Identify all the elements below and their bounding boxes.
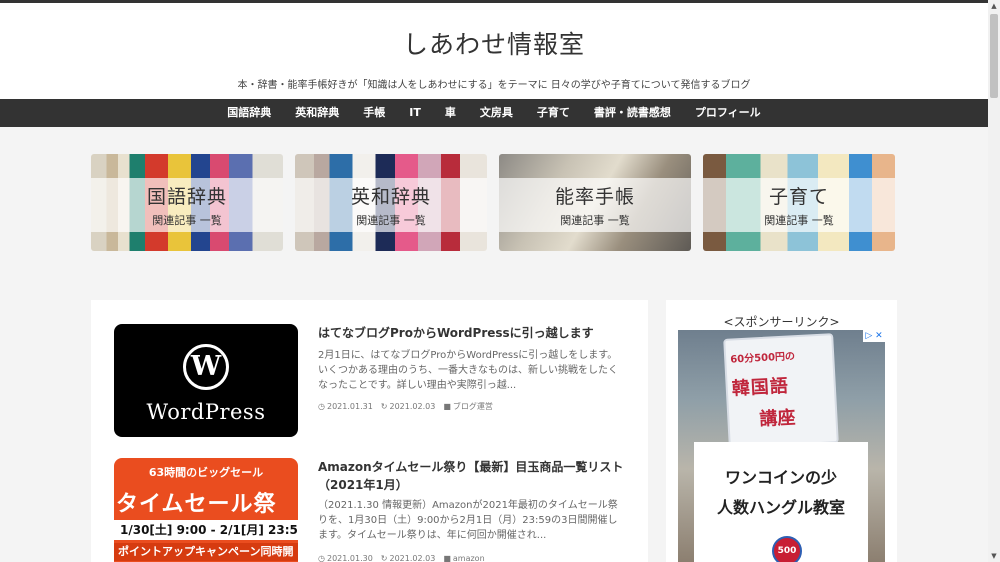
ad-text: 講座 [758,407,796,431]
nav-item-stationery[interactable]: 文房具 [468,99,525,127]
nav-item-eiwa[interactable]: 英和辞典 [283,99,351,127]
post-title[interactable]: Amazonタイムセール祭り【最新】目玉商品一覧リスト（2021年1月） [318,458,624,494]
ad-text: 韓国語 [731,375,790,400]
post-meta: ◷ 2021.01.31 ↻ 2021.02.03 ■ ブログ運営 [318,401,493,412]
site-title[interactable]: しあわせ情報室 [0,25,988,61]
ad-headline: ワンコインの少 [724,468,837,487]
published-date: 2021.01.30 [326,554,373,562]
nav-item-car[interactable]: 車 [433,99,468,127]
updated-date: 2021.02.03 [389,402,436,411]
wordpress-logo-icon: W [183,343,229,390]
banner-eiwa[interactable]: 英和辞典 関連記事 一覧 [295,154,487,251]
thumbnail-text: ポイントアップキャンペーン同時開 [114,543,298,561]
banner-subtitle: 関連記事 一覧 [152,214,222,227]
banner-overlay: 英和辞典 関連記事 一覧 [295,178,487,232]
folder-icon: ■ [443,402,451,411]
post-category[interactable]: ■ ブログ運営 [443,401,493,412]
ad-text: 60分500円の [730,351,796,366]
banner-overlay: 国語辞典 関連記事 一覧 [91,178,283,232]
post-thumbnail[interactable]: W WordPress [114,324,298,437]
post-meta: ◷ 2021.01.30 ↻ 2021.02.03 ■ amazon [318,554,485,562]
site-header: しあわせ情報室 本・辞書・能率手帳好きが「知識は人をしあわせにする」をテーマに … [0,3,988,99]
banner-title: 英和辞典 [350,186,431,208]
post-updated: ↻ 2021.02.03 [381,554,436,562]
banner-parenting[interactable]: 子育て 関連記事 一覧 [703,154,895,251]
post-list: W WordPress はてなブログProからWordPressに引っ越します … [91,300,648,562]
post-date: ◷ 2021.01.30 [318,554,373,562]
sponsor-label: <スポンサーリンク> [723,315,840,329]
banner-title: 能率手帳 [554,186,635,208]
category-label: ブログ運営 [452,402,493,411]
clock-icon: ◷ [318,554,325,562]
post-card[interactable]: 63時間のビッグセール タイムセール祭 1/30[土] 9:00 - 2/1[月… [114,458,626,562]
banner-subtitle: 関連記事 一覧 [356,214,426,227]
post-card[interactable]: W WordPress はてなブログProからWordPressに引っ越します … [114,324,626,444]
nav-item-parenting[interactable]: 子育て [525,99,582,127]
refresh-icon: ↻ [380,554,388,562]
folder-icon: ■ [443,554,451,562]
banner-noritsu-techo[interactable]: 能率手帳 関連記事 一覧 [499,154,691,251]
category-banners: 国語辞典 関連記事 一覧 英和辞典 関連記事 一覧 能率手帳 関連記事 一覧 子… [91,154,897,251]
global-nav: 国語辞典 英和辞典 手帳 IT 車 文房具 子育て 書評・読書感想 プロフィール [0,99,988,127]
updated-date: 2021.02.03 [389,554,436,562]
post-excerpt: （2021.1.30 情報更新）Amazonが2021年最初のタイムセール祭りを… [318,500,618,541]
nav-item-techo[interactable]: 手帳 [351,99,397,127]
scrollbar-thumb[interactable] [990,14,998,98]
banner-overlay: 子育て 関連記事 一覧 [703,178,895,232]
thumbnail-text: WordPress [146,399,266,424]
ad-choices-icon[interactable]: ▷ ✕ [863,330,885,342]
category-label: amazon [452,554,485,562]
thumbnail-text: 1/30[土] 9:00 - 2/1[月] 23:5 [114,520,298,540]
ad-headline: 人数ハングル教室 [716,498,845,517]
nav-item-reviews[interactable]: 書評・読書感想 [582,99,683,127]
sidebar: <スポンサーリンク> ▷ ✕ 60分500円の 韓国語 講座 ワンコインの少 人… [666,300,897,562]
ad-sign: 60分500円の 韓国語 講座 [723,333,839,449]
nav-item-profile[interactable]: プロフィール [683,99,773,127]
scroll-up-icon[interactable]: ▲ [988,0,1000,12]
banner-subtitle: 関連記事 一覧 [560,214,630,227]
banner-kokugo[interactable]: 国語辞典 関連記事 一覧 [91,154,283,251]
ad-banner[interactable]: ▷ ✕ 60分500円の 韓国語 講座 ワンコインの少 人数ハングル教室 500 [678,330,885,562]
post-excerpt: 2月1日に、はてなブログProからWordPressに引っ越しをします。いくつか… [318,350,618,391]
nav-item-it[interactable]: IT [397,99,433,127]
ad-badge: 500 [772,536,802,562]
post-title[interactable]: はてなブログProからWordPressに引っ越します [318,324,624,342]
refresh-icon: ↻ [380,402,388,411]
thumbnail-text: タイムセール祭 [116,492,277,517]
published-date: 2021.01.31 [326,402,373,411]
thumbnail-text: 63時間のビッグセール [148,466,264,479]
banner-subtitle: 関連記事 一覧 [764,214,834,227]
scroll-down-icon[interactable]: ▼ [988,550,1000,562]
banner-title: 子育て [768,186,829,208]
nav-item-kokugo[interactable]: 国語辞典 [215,99,283,127]
site-description: 本・辞書・能率手帳好きが「知識は人をしあわせにする」をテーマに 日々の学びや子育… [237,80,751,91]
clock-icon: ◷ [318,402,325,411]
post-thumbnail[interactable]: 63時間のビッグセール タイムセール祭 1/30[土] 9:00 - 2/1[月… [114,458,298,562]
post-date: ◷ 2021.01.31 [318,402,373,411]
banner-title: 国語辞典 [146,186,227,208]
post-category[interactable]: ■ amazon [443,554,484,562]
post-updated: ↻ 2021.02.03 [381,402,436,411]
banner-overlay: 能率手帳 関連記事 一覧 [499,178,691,232]
